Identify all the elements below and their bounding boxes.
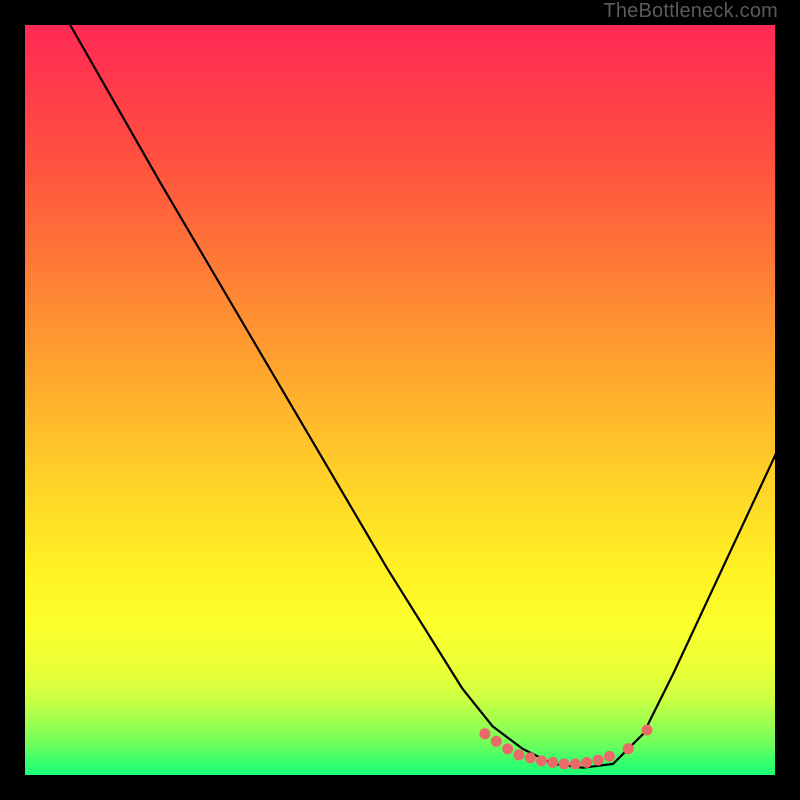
- marker-dot: [623, 743, 634, 754]
- marker-dot: [525, 752, 536, 763]
- marker-dot: [581, 757, 592, 768]
- valley-markers: [479, 725, 652, 770]
- marker-dot: [604, 751, 615, 762]
- marker-dot: [559, 758, 570, 769]
- watermark-text: TheBottleneck.com: [603, 0, 778, 22]
- marker-dot: [642, 725, 653, 736]
- marker-dot: [536, 755, 547, 766]
- marker-dot: [570, 758, 581, 769]
- marker-dot: [513, 749, 524, 760]
- chart-frame: TheBottleneck.com: [0, 0, 800, 800]
- plot-area: [23, 23, 777, 777]
- marker-dot: [547, 757, 558, 768]
- marker-dot: [479, 728, 490, 739]
- marker-dot: [502, 743, 513, 754]
- marker-dot: [491, 736, 502, 747]
- curve-path: [70, 25, 779, 768]
- chart-svg: [25, 25, 779, 779]
- marker-dot: [593, 755, 604, 766]
